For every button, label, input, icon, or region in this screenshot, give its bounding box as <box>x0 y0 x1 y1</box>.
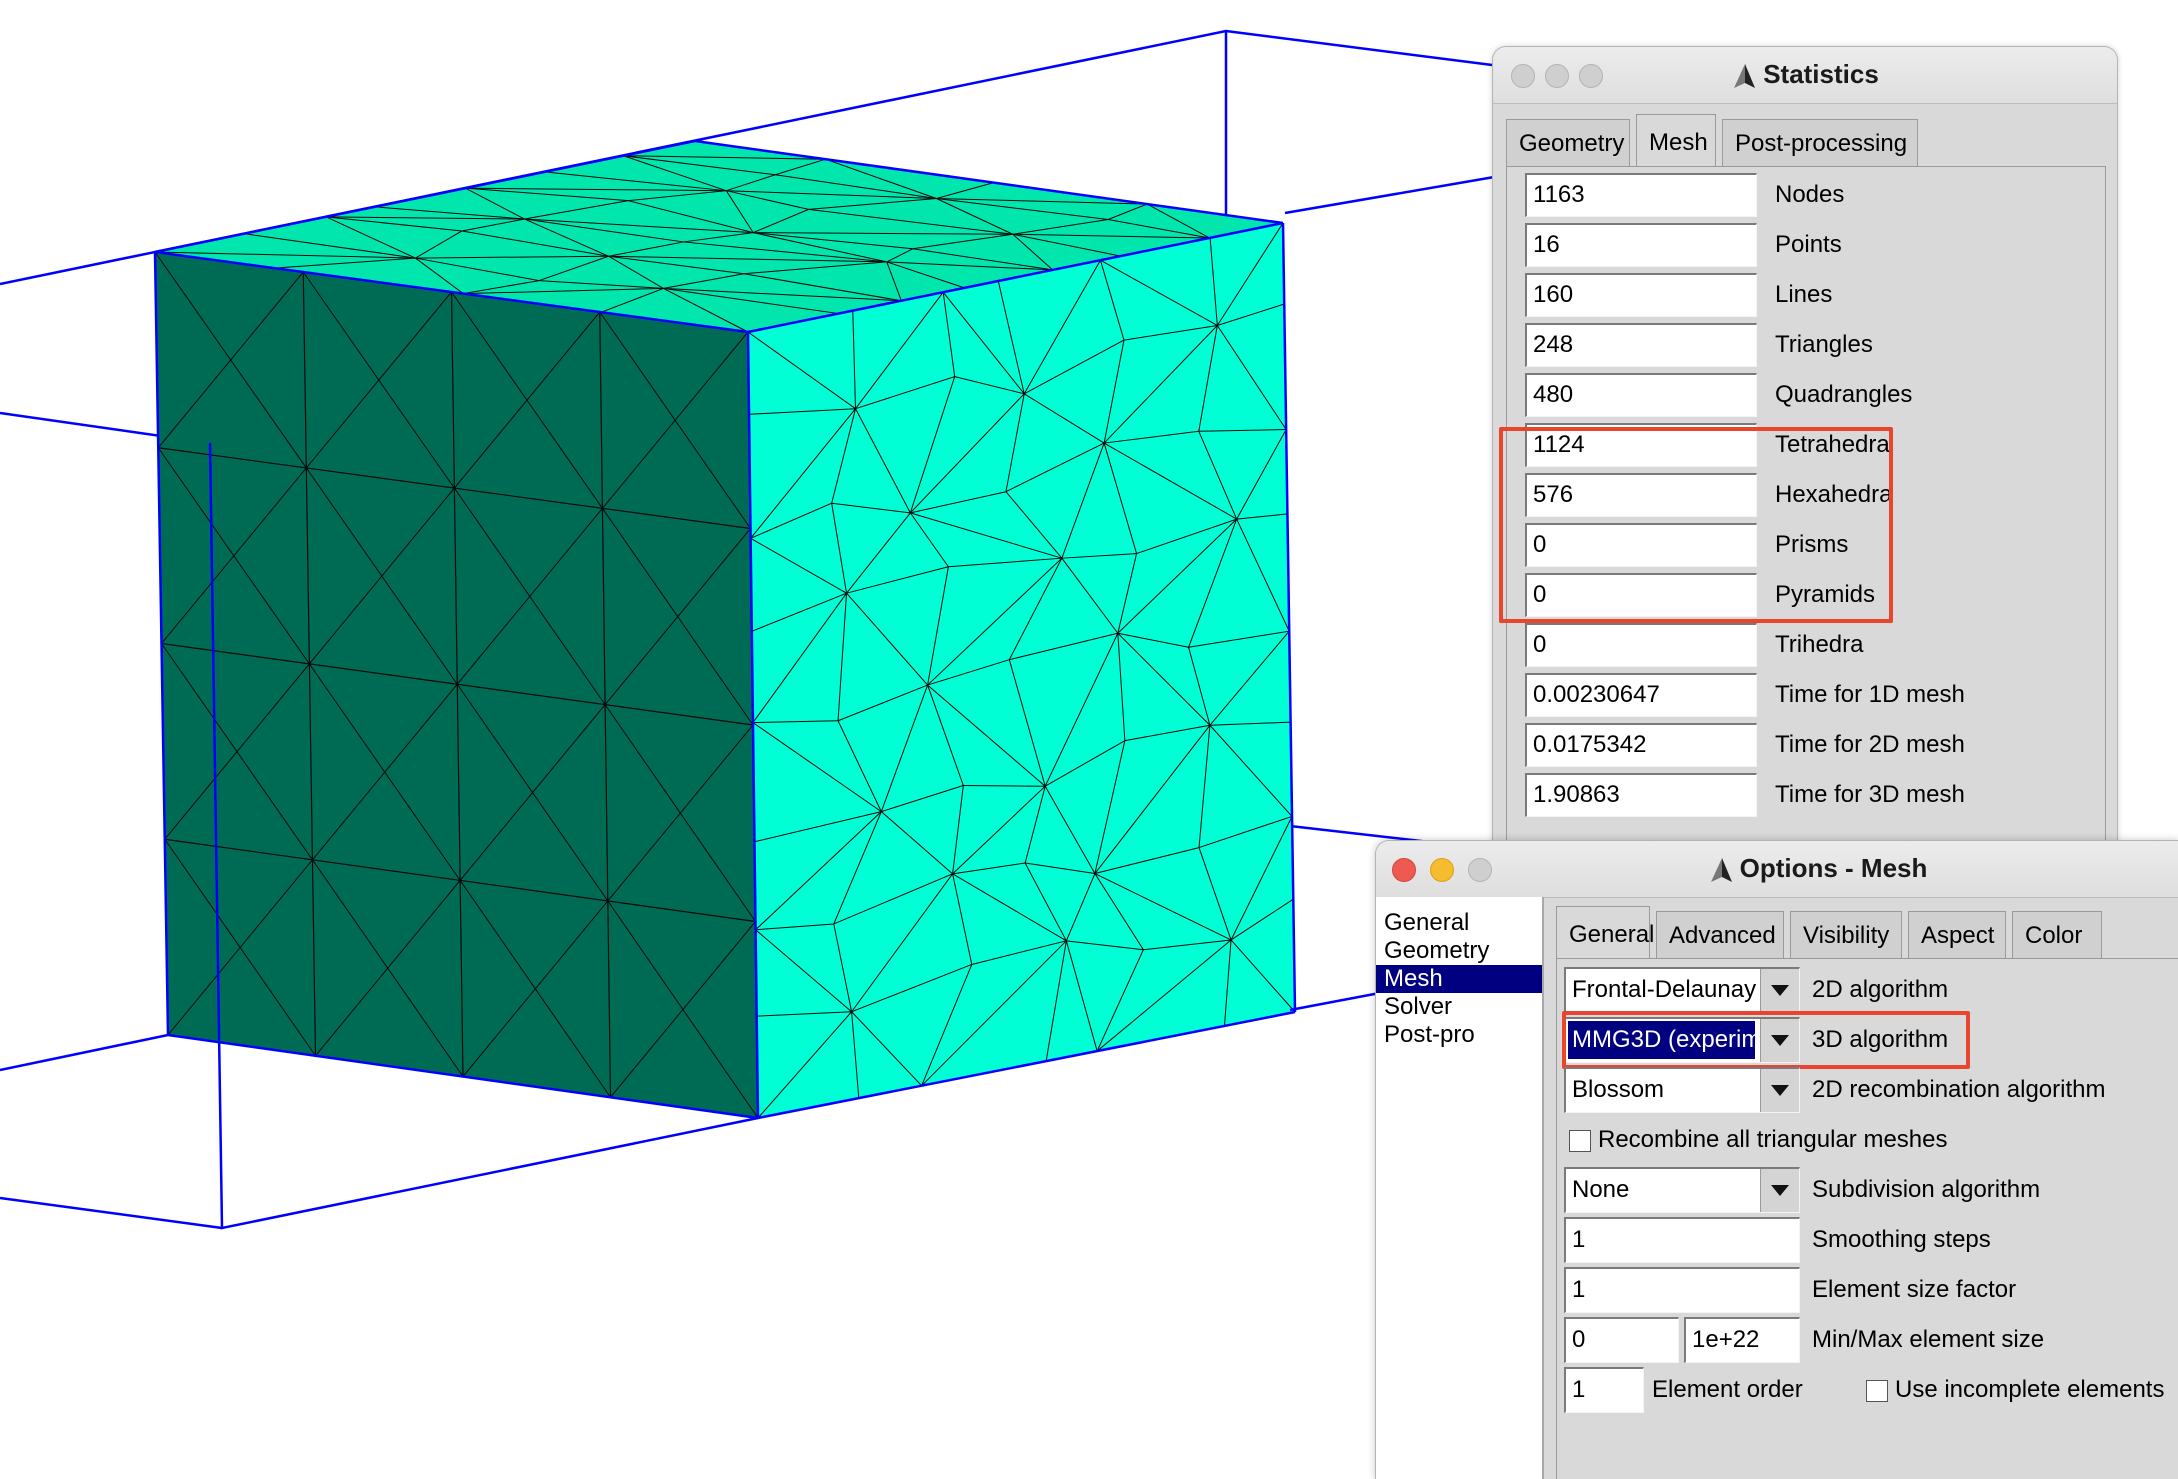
gmsh-logo-icon <box>1734 64 1756 89</box>
stat-label-points: Points <box>1775 231 1842 258</box>
tab-mesh[interactable]: Mesh <box>1636 114 1716 166</box>
element-size-factor-label: Element size factor <box>1812 1276 2017 1303</box>
stat-value-time-for-2d-mesh[interactable]: 0.0175342 <box>1525 723 1757 767</box>
tab-general[interactable]: General <box>1556 906 1654 958</box>
incomplete-elements-label: Use incomplete elements <box>1895 1376 2165 1403</box>
stat-label-quadrangles: Quadrangles <box>1775 381 1913 408</box>
mesh-edge <box>963 784 1046 787</box>
browser-item-general[interactable]: General <box>1376 909 1542 937</box>
options-category-browser: General Geometry Mesh Solver Post-pro <box>1376 897 1544 1479</box>
stat-value-points[interactable]: 16 <box>1525 223 1757 267</box>
window-title: Options - Mesh <box>1739 853 1928 883</box>
stat-label-time-for-1d-mesh: Time for 1D mesh <box>1775 681 1965 708</box>
stat-value-triangles[interactable]: 248 <box>1525 323 1757 367</box>
stat-label-time-for-3d-mesh: Time for 3D mesh <box>1775 781 1965 808</box>
chevron-down-icon[interactable] <box>1760 1169 1799 1212</box>
stat-label-triangles: Triangles <box>1775 331 1873 358</box>
highlight-3d-algorithm <box>1562 1011 1970 1069</box>
stat-value-nodes[interactable]: 1163 <box>1525 173 1757 217</box>
chevron-down-icon[interactable] <box>1760 969 1799 1012</box>
element-order-label: Element order <box>1652 1376 1803 1403</box>
stat-label-time-for-2d-mesh: Time for 2D mesh <box>1775 731 1965 758</box>
stat-label-trihedra: Trihedra <box>1775 631 1864 658</box>
stat-label-lines: Lines <box>1775 281 1833 308</box>
stat-value-time-for-3d-mesh[interactable]: 1.90863 <box>1525 773 1757 817</box>
recombination-2d-select[interactable]: Blossom <box>1564 1067 1800 1113</box>
statistics-titlebar[interactable]: Statistics <box>1493 47 2117 104</box>
meshed-cube <box>153 139 1297 1120</box>
min-max-element-size-label: Min/Max element size <box>1812 1326 2045 1353</box>
algorithm-2d-select[interactable]: Frontal-Delaunay <box>1564 967 1800 1013</box>
options-titlebar[interactable]: Options - Mesh <box>1376 841 2178 898</box>
algorithm-2d-value: Frontal-Delaunay <box>1572 976 1757 1003</box>
browser-item-geometry[interactable]: Geometry <box>1376 937 1542 965</box>
min-element-size-input[interactable]: 0 <box>1564 1317 1679 1363</box>
stat-value-time-for-1d-mesh[interactable]: 0.00230647 <box>1525 673 1757 717</box>
chevron-down-icon[interactable] <box>1760 1069 1799 1112</box>
browser-item-mesh[interactable]: Mesh <box>1376 965 1542 993</box>
browser-item-solver[interactable]: Solver <box>1376 993 1542 1021</box>
highlight-3d-elements <box>1499 427 1893 623</box>
smoothing-steps-input[interactable]: 1 <box>1564 1217 1800 1263</box>
incomplete-elements-checkbox[interactable] <box>1866 1380 1888 1402</box>
window-title: Statistics <box>1763 59 1879 89</box>
tab-geometry[interactable]: Geometry <box>1506 119 1630 167</box>
recombination-2d-value: Blossom <box>1572 1076 1665 1103</box>
statistics-tabs: Geometry Mesh Post-processing <box>1506 114 2106 169</box>
element-size-factor-input[interactable]: 1 <box>1564 1267 1800 1313</box>
recombine-all-label: Recombine all triangular meshes <box>1598 1126 1948 1153</box>
mesh-side-face <box>748 223 1295 1118</box>
stat-value-lines[interactable]: 160 <box>1525 273 1757 317</box>
recombination-2d-label: 2D recombination algorithm <box>1812 1076 2106 1103</box>
tab-color[interactable]: Color <box>2012 911 2102 959</box>
subdivision-label: Subdivision algorithm <box>1812 1176 2041 1203</box>
browser-item-post-pro[interactable]: Post-pro <box>1376 1021 1542 1049</box>
subdivision-select[interactable]: None <box>1564 1167 1800 1213</box>
recombine-all-checkbox[interactable] <box>1569 1130 1591 1152</box>
tab-aspect[interactable]: Aspect <box>1908 911 2006 959</box>
stat-value-trihedra[interactable]: 0 <box>1525 623 1757 667</box>
algorithm-2d-label: 2D algorithm <box>1812 976 1949 1003</box>
subdivision-value: None <box>1572 1176 1630 1203</box>
smoothing-steps-label: Smoothing steps <box>1812 1226 1991 1253</box>
stat-label-nodes: Nodes <box>1775 181 1845 208</box>
tab-advanced[interactable]: Advanced <box>1656 911 1784 959</box>
statistics-window: Statistics Geometry Mesh Post-processing… <box>1492 46 2118 847</box>
element-order-input[interactable]: 1 <box>1564 1367 1644 1413</box>
max-element-size-input[interactable]: 1e+22 <box>1684 1317 1800 1363</box>
options-tabs: General Advanced Visibility Aspect Color <box>1556 906 2176 961</box>
stat-value-quadrangles[interactable]: 480 <box>1525 373 1757 417</box>
tab-post-processing[interactable]: Post-processing <box>1722 119 1918 167</box>
gmsh-logo-icon <box>1710 858 1732 883</box>
options-mesh-window: Options - Mesh General Geometry Mesh Sol… <box>1375 840 2178 1479</box>
tab-visibility[interactable]: Visibility <box>1790 911 1902 959</box>
